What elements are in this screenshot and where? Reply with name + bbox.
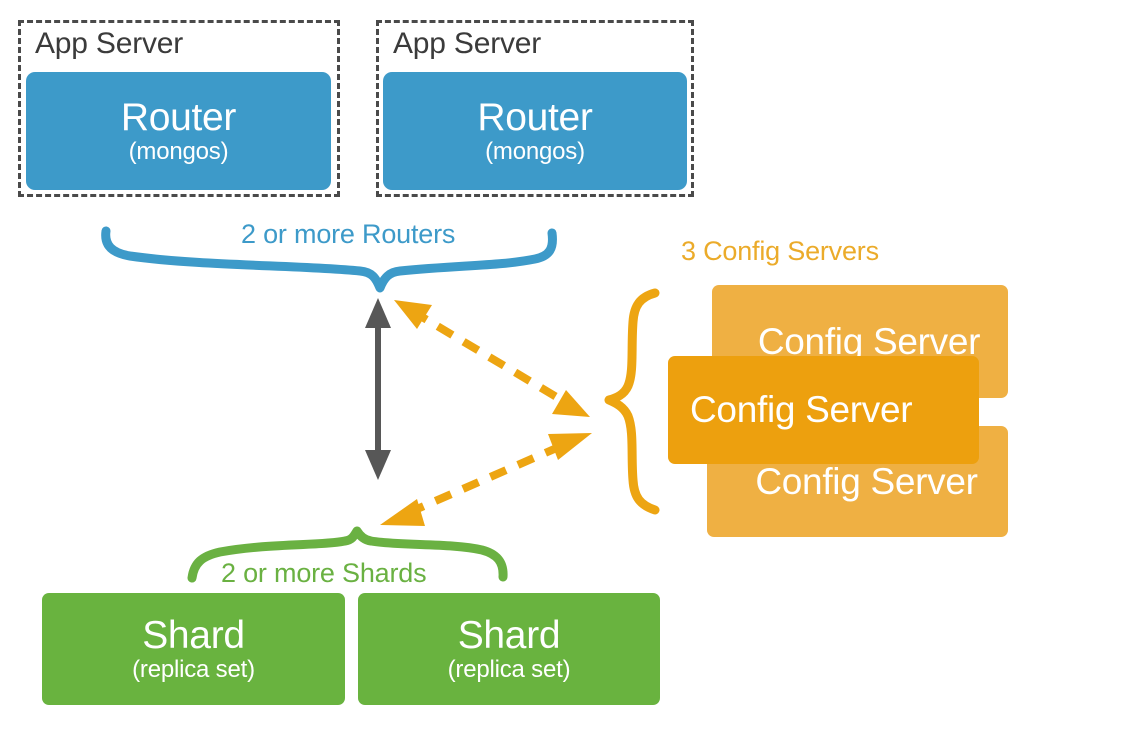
shard-subtitle-2: (replica set) [447,655,571,683]
shard-title-2: Shard [457,614,561,658]
app-server-label-1: App Server [35,27,184,60]
routers-shards-arrow [365,298,391,480]
router-title-1: Router [120,96,237,140]
config-brace-icon [604,288,660,515]
shard-subtitle-1: (replica set) [132,655,255,683]
shard-title-1: Shard [142,614,245,658]
config-servers-caption: 3 Config Servers [681,236,879,266]
app-server-label-2: App Server [393,27,542,60]
shards-brace-caption: 2 or more Shards [221,558,427,588]
router-box-1[interactable]: Router (mongos) [26,72,331,190]
shard-box-1[interactable]: Shard (replica set) [42,593,345,705]
router-subtitle-1: (mongos) [128,137,229,165]
routers-config-arrow [394,300,590,417]
config-server-box-2[interactable]: Config Server [668,356,979,464]
config-server-label-3: Config Server [755,460,978,502]
shards-config-arrow [380,433,592,526]
router-title-2: Router [477,96,593,140]
diagram-canvas: App Server Router (mongos) App Server Ro… [0,0,1133,734]
router-subtitle-2: (mongos) [485,137,585,165]
shard-box-2[interactable]: Shard (replica set) [358,593,660,705]
config-server-label-2: Config Server [690,389,913,430]
routers-brace-caption: 2 or more Routers [241,219,456,249]
router-box-2[interactable]: Router (mongos) [383,72,687,190]
